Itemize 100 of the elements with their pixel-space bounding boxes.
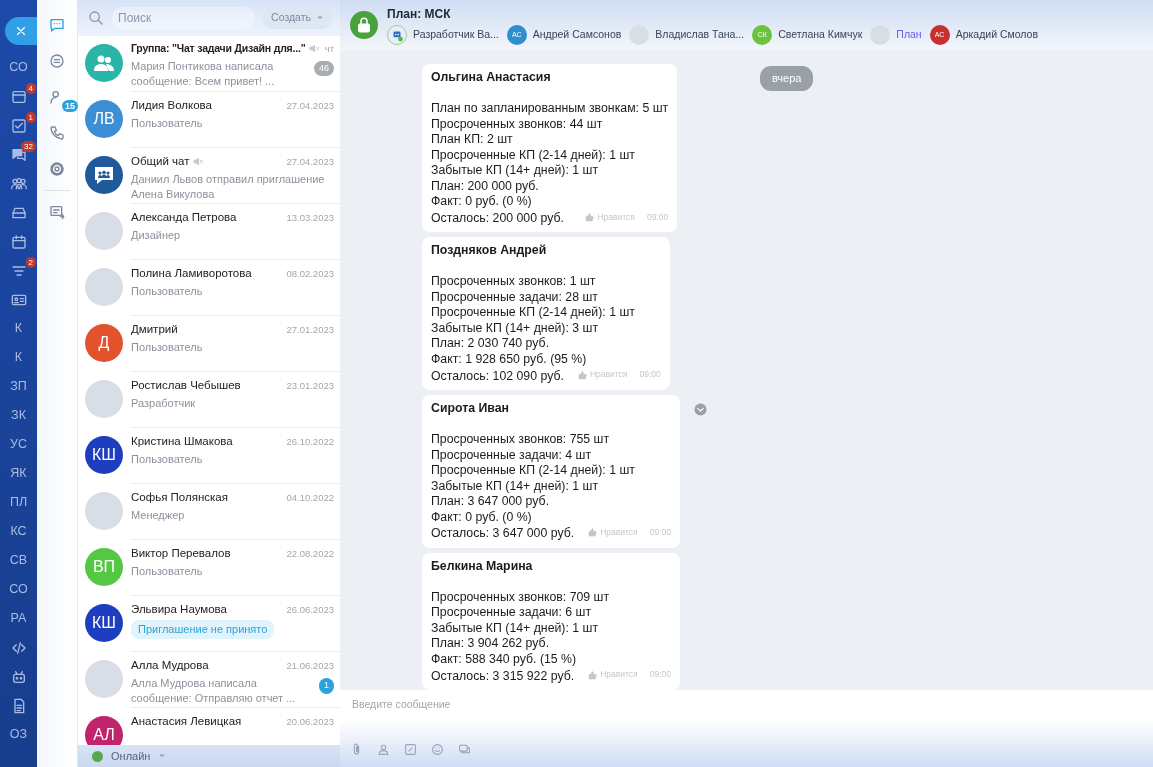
message-line: Просроченных звонков: 755 шт bbox=[431, 432, 611, 448]
search-icon bbox=[88, 10, 104, 26]
history-icon[interactable] bbox=[49, 53, 65, 69]
message-line: Забытые КП (14+ дней): 1 шт bbox=[431, 620, 600, 637]
nav-item[interactable]: КС bbox=[0, 517, 37, 546]
photo-placeholder bbox=[85, 380, 123, 418]
chat-date: 20.06.2023 bbox=[286, 714, 334, 729]
nav-item[interactable]: ЯК bbox=[0, 459, 37, 488]
photo-placeholder bbox=[85, 660, 123, 698]
thumbs-up-icon bbox=[585, 212, 595, 222]
close-icon bbox=[14, 24, 28, 38]
chat-date: 23.01.2023 bbox=[286, 378, 334, 393]
chevron-down-icon[interactable] bbox=[693, 403, 707, 416]
message-author: Ольгина Анастасия bbox=[431, 70, 552, 86]
chat-date: 22.08.2022 bbox=[286, 546, 334, 561]
message-line: Осталось: 3 315 922 руб. bbox=[431, 668, 575, 684]
chat-name: Анастасия Левицкая bbox=[131, 714, 242, 729]
member-link[interactable]: План bbox=[870, 25, 922, 45]
message-line: Просроченные КП (2-14 дней): 1 шт bbox=[431, 305, 636, 321]
robot-icon[interactable] bbox=[10, 668, 27, 685]
thumbs-up-icon bbox=[588, 528, 598, 538]
count-badge: 1 bbox=[25, 112, 36, 123]
photo-placeholder bbox=[870, 25, 891, 45]
nav-item[interactable]: ПЛ bbox=[0, 488, 37, 517]
lock-icon bbox=[355, 16, 373, 34]
create-button[interactable]: Создать bbox=[263, 7, 332, 29]
chat-icon[interactable] bbox=[49, 17, 65, 33]
nav-item[interactable]: ЗП bbox=[0, 372, 37, 401]
chat-title: План: МСК bbox=[387, 6, 452, 23]
count-badge: 4 bbox=[25, 83, 36, 94]
nav-item[interactable]: СВ bbox=[0, 546, 37, 575]
status-dropdown[interactable]: Онлайн bbox=[111, 747, 167, 765]
message-line: Просроченные КП (2-14 дней): 1 шт bbox=[431, 463, 636, 479]
message-line: Просроченные задачи: 6 шт bbox=[431, 605, 593, 621]
status-dot bbox=[92, 750, 103, 762]
avatar: АЛ bbox=[85, 716, 123, 745]
chat-preview: Разработчик bbox=[131, 396, 197, 412]
nav-item[interactable]: СО bbox=[0, 53, 37, 82]
message-line: Просроченных звонков: 709 шт bbox=[431, 589, 611, 606]
message-line: Забытые КП (14+ дней): 3 шт bbox=[431, 320, 600, 337]
message-line: Забытые КП (14+ дней): 1 шт bbox=[431, 163, 600, 179]
nav-item[interactable]: РА bbox=[0, 604, 37, 633]
chat-name: Виктор Перевалов bbox=[131, 546, 231, 561]
chat-preview: Пользователь bbox=[131, 340, 204, 356]
message-line: Просроченные задачи: 4 шт bbox=[431, 447, 593, 463]
chat-date: 26.06.2023 bbox=[286, 602, 334, 617]
chat-name: Алла Мудрова bbox=[131, 658, 209, 673]
avatar: КШ bbox=[85, 436, 123, 474]
nav-item[interactable]: ОЗ bbox=[0, 720, 37, 749]
smiley-icon[interactable] bbox=[431, 743, 444, 757]
window-icon[interactable] bbox=[10, 88, 27, 105]
avatar: КШ bbox=[85, 604, 123, 642]
nav-item[interactable]: ЗК bbox=[0, 401, 37, 430]
close-button[interactable] bbox=[5, 17, 37, 45]
message-line: План КП: 2 шт bbox=[431, 132, 514, 148]
chat-date: 21.06.2023 bbox=[286, 658, 334, 673]
chat-preview: Пользователь bbox=[131, 564, 204, 580]
nav-item[interactable]: К bbox=[0, 343, 37, 372]
phone-icon[interactable] bbox=[49, 125, 65, 141]
chat-preview: Алла Мудрова написала сообщение: Отправляю отчет ... bbox=[131, 676, 297, 707]
chat-preview: Дизайнер bbox=[131, 228, 182, 244]
message-line: План: 3 904 262 руб. bbox=[431, 636, 551, 652]
chat-date: 26.10.2022 bbox=[286, 434, 334, 449]
chat-preview: Пользователь bbox=[131, 116, 204, 132]
invite-status: Приглашение не принято bbox=[131, 620, 275, 639]
caret-icon bbox=[316, 14, 324, 22]
chat-preview: Даниил Львов отправил приглашение Алена Викулова bbox=[131, 172, 326, 203]
message-line: Забытые КП (14+ дней): 1 шт bbox=[431, 478, 600, 494]
nav-item[interactable]: К bbox=[0, 314, 37, 343]
member-link[interactable]: Разработчик Ва... bbox=[387, 25, 499, 45]
chat-name: Полина Ламиворотова bbox=[131, 266, 252, 281]
thumbs-up-icon bbox=[577, 370, 587, 380]
chat-name: Общий чат bbox=[131, 154, 190, 169]
chat-name: Александа Петрова bbox=[131, 210, 237, 225]
chat-name: Лидия Волкова bbox=[131, 98, 212, 113]
caret-icon bbox=[158, 752, 167, 760]
people-icon[interactable] bbox=[10, 175, 27, 192]
message-line: Просроченных звонков: 1 шт bbox=[431, 274, 597, 290]
nav-item[interactable]: УС bbox=[0, 430, 37, 459]
unread-badge: 1 bbox=[319, 678, 334, 694]
avatar: ЛВ bbox=[85, 100, 123, 138]
chat-name: Кристина Шмакова bbox=[131, 434, 233, 449]
member-link[interactable]: Владислав Тана... bbox=[629, 25, 745, 45]
calendar-icon[interactable] bbox=[10, 233, 27, 250]
chat-preview: Менеджер bbox=[131, 508, 186, 524]
nav-item[interactable]: СО bbox=[0, 575, 37, 604]
count-badge: 2 bbox=[25, 257, 36, 268]
code-icon[interactable] bbox=[10, 639, 27, 656]
checkbox-icon[interactable] bbox=[10, 117, 27, 134]
message-line: План по запланированным звонкам: 5 шт bbox=[431, 101, 669, 117]
chat-date: 04.10.2022 bbox=[286, 490, 334, 505]
message-line: Факт: 1 928 650 руб. (95 %) bbox=[431, 351, 588, 368]
chat-name: Софья Полянская bbox=[131, 490, 228, 505]
user-icon[interactable] bbox=[377, 743, 390, 757]
chat-date: 13.03.2023 bbox=[286, 210, 334, 225]
chat-name: Группа: "Чат задачи Дизайн для..." bbox=[131, 41, 306, 56]
count-badge: 32 bbox=[21, 141, 36, 152]
notes-icon[interactable] bbox=[49, 204, 65, 220]
settings-icon[interactable] bbox=[49, 161, 65, 177]
edit-icon[interactable] bbox=[404, 743, 417, 757]
